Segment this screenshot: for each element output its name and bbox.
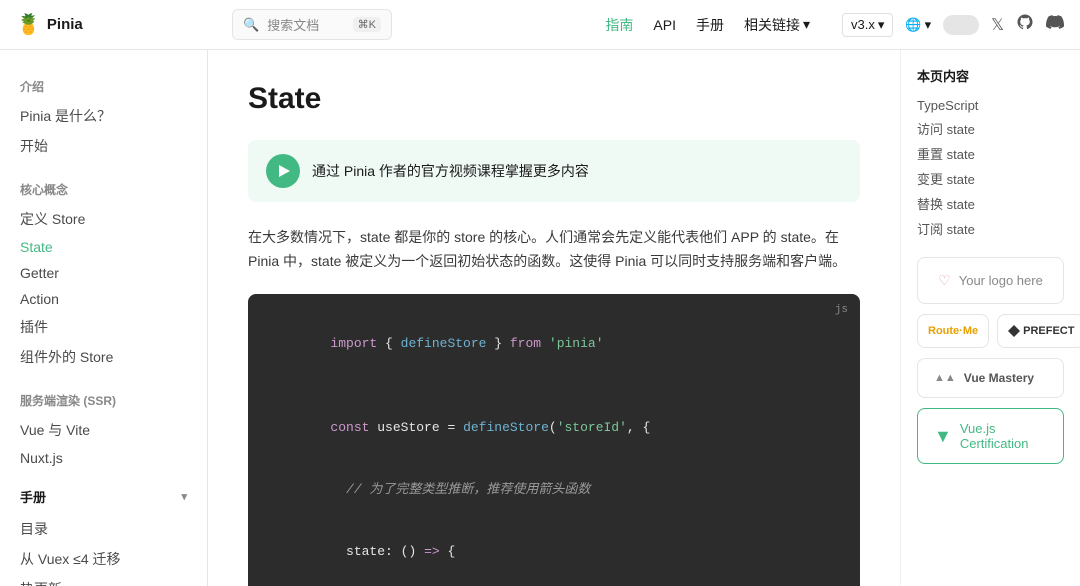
prefect-sponsor[interactable]: PREFECT: [997, 314, 1080, 348]
nav-guide[interactable]: 指南: [605, 15, 633, 35]
prefect-logo-text: PREFECT: [1008, 325, 1074, 337]
vue-mastery-logo: ▲▲: [934, 372, 956, 384]
sidebar-item-store-outside[interactable]: 组件外的 Store: [0, 342, 207, 372]
intro-paragraph: 在大多数情况下，state 都是你的 store 的核心。人们通常会先定义能代表…: [248, 226, 860, 274]
manual-chevron-icon: ▾: [181, 490, 187, 503]
sidebar-item-action[interactable]: Action: [0, 286, 207, 312]
toc-item-access-state[interactable]: 访问 state: [917, 116, 1064, 141]
vue-cert-sponsor[interactable]: ▼ Vue.js Certification: [917, 408, 1064, 464]
chevron-down-icon: ▾: [803, 16, 810, 33]
sidebar-item-define-store[interactable]: 定义 Store: [0, 204, 207, 234]
video-banner[interactable]: 通过 Pinia 作者的官方视频课程掌握更多内容: [248, 140, 860, 202]
intro-section: 介绍 Pinia 是什么？ 开始: [0, 66, 207, 161]
code-line-blank: [268, 376, 840, 397]
sidebar: 介绍 Pinia 是什么？ 开始 核心概念 定义 Store State Get…: [0, 50, 208, 586]
play-icon: [279, 165, 290, 177]
version-chevron-icon: ▾: [878, 17, 885, 33]
pinia-logo-icon: 🍍: [16, 12, 41, 37]
sidebar-item-pinia-what[interactable]: Pinia 是什么？: [0, 101, 207, 131]
toc-item-typescript[interactable]: TypeScript: [917, 95, 1064, 116]
sidebar-item-hot-update[interactable]: 热更新: [0, 574, 207, 586]
route-me-sponsor[interactable]: Route·Me: [917, 314, 989, 348]
lang-selector[interactable]: 🌐 ▾: [905, 17, 931, 33]
lang-chevron-icon: ▾: [925, 17, 932, 33]
toc-item-change-state[interactable]: 变更 state: [917, 166, 1064, 191]
main-layout: 介绍 Pinia 是什么？ 开始 核心概念 定义 Store State Get…: [0, 50, 1080, 586]
sponsor-row: Route·Me PREFECT: [917, 314, 1064, 348]
heart-icon: ♡: [938, 272, 951, 289]
search-shortcut: ⌘K: [353, 17, 381, 32]
sidebar-item-toc[interactable]: 目录: [0, 514, 207, 544]
nav-related[interactable]: 相关链接 ▾: [744, 15, 810, 35]
search-icon: 🔍: [243, 17, 259, 33]
logo[interactable]: 🍍 Pinia: [16, 12, 216, 37]
theme-toggle[interactable]: [943, 15, 979, 35]
nav-manual[interactable]: 手册: [696, 15, 724, 35]
code-line-state: state: () => {: [268, 522, 840, 584]
code-line-comment1: // 为了完整类型推断，推荐使用箭头函数: [268, 459, 840, 521]
vue-mastery-sponsor[interactable]: ▲▲ Vue Mastery: [917, 358, 1064, 398]
core-section-title: 核心概念: [0, 169, 207, 204]
sidebar-item-migrate-vuex[interactable]: 从 Vuex ≤4 迁移: [0, 544, 207, 574]
sidebar-item-getter[interactable]: Getter: [0, 260, 207, 286]
main-content: State 通过 Pinia 作者的官方视频课程掌握更多内容 在大多数情况下，s…: [208, 50, 900, 586]
manual-section-header[interactable]: 手册 ▾: [0, 479, 207, 514]
video-banner-text: 通过 Pinia 作者的官方视频课程掌握更多内容: [312, 161, 589, 181]
your-logo-text: Your logo here: [959, 273, 1043, 288]
code-line-3: const useStore = defineStore('storeId', …: [268, 397, 840, 459]
topnav-right: v3.x ▾ 🌐 ▾ 𝕏: [842, 13, 1064, 37]
toc-title: 本页内容: [917, 66, 1064, 85]
core-section: 核心概念 定义 Store State Getter Action 插件 组件外…: [0, 169, 207, 372]
page-title: State: [248, 82, 860, 116]
ssr-section-title: 服务端渲染 (SSR): [0, 380, 207, 415]
sidebar-item-vue-vite[interactable]: Vue 与 Vite: [0, 415, 207, 445]
top-navigation: 🍍 Pinia 🔍 搜索文档 ⌘K 指南 API 手册 相关链接 ▾ v3.x …: [0, 0, 1080, 50]
manual-section: 手册 ▾ 目录 从 Vuex ≤4 迁移 热更新 测试 不使用 setup() …: [0, 479, 207, 586]
toc-sidebar: 本页内容 TypeScript 访问 state 重置 state 变更 sta…: [900, 50, 1080, 586]
topnav-links: 指南 API 手册 相关链接 ▾: [605, 15, 810, 35]
toc-item-subscribe-state[interactable]: 订阅 state: [917, 216, 1064, 241]
github-icon[interactable]: [1016, 13, 1034, 36]
route-me-logo: Route·Me: [928, 325, 978, 337]
manual-section-title: 手册: [20, 487, 46, 506]
vue-mastery-label: Vue Mastery: [964, 371, 1034, 385]
nav-api[interactable]: API: [653, 17, 676, 33]
search-placeholder: 搜索文档: [267, 15, 319, 34]
discord-icon[interactable]: [1046, 13, 1064, 36]
version-label: v3.x: [851, 17, 875, 32]
sidebar-item-start[interactable]: 开始: [0, 131, 207, 161]
twitter-icon[interactable]: 𝕏: [991, 15, 1004, 35]
ssr-section: 服务端渲染 (SSR) Vue 与 Vite Nuxt.js: [0, 380, 207, 471]
toc-item-replace-state[interactable]: 替换 state: [917, 191, 1064, 216]
your-logo-sponsor[interactable]: ♡ Your logo here: [917, 257, 1064, 304]
toc-item-reset-state[interactable]: 重置 state: [917, 141, 1064, 166]
vue-cert-label: Vue.js Certification: [960, 421, 1047, 451]
sidebar-item-nuxt[interactable]: Nuxt.js: [0, 445, 207, 471]
sidebar-item-state[interactable]: State: [0, 234, 207, 260]
logo-text: Pinia: [47, 16, 83, 33]
version-selector[interactable]: v3.x ▾: [842, 13, 893, 37]
code-block: js import { defineStore } from 'pinia' c…: [248, 294, 860, 586]
intro-section-title: 介绍: [0, 66, 207, 101]
translate-icon: 🌐: [905, 17, 921, 33]
code-lang-badge: js: [835, 302, 848, 320]
play-button[interactable]: [266, 154, 300, 188]
code-line-1: import { defineStore } from 'pinia': [268, 314, 840, 376]
sidebar-item-plugin[interactable]: 插件: [0, 312, 207, 342]
search-bar[interactable]: 🔍 搜索文档 ⌘K: [232, 9, 392, 40]
vue-cert-icon: ▼: [934, 426, 952, 447]
